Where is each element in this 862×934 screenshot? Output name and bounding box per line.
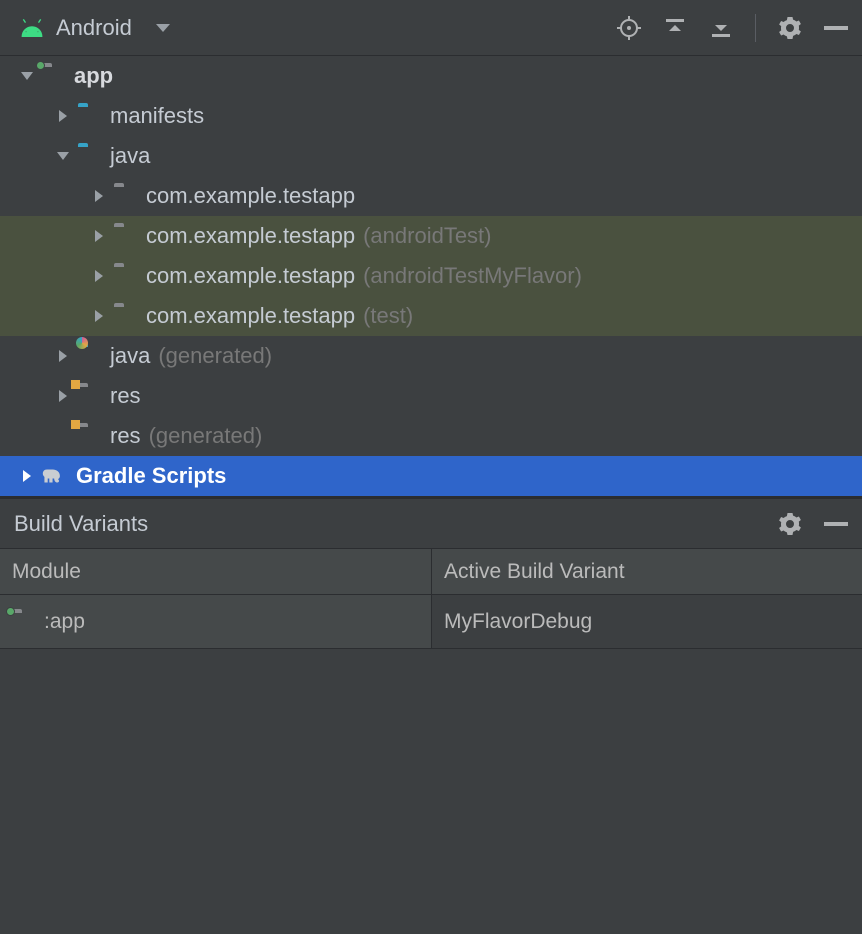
- folder-gen-icon: [78, 347, 100, 365]
- chevron-down-icon[interactable]: [18, 72, 36, 80]
- tree-item-label: res: [110, 423, 141, 449]
- android-icon: [18, 17, 46, 39]
- chevron-right-icon[interactable]: [18, 470, 36, 482]
- folder-icon: [78, 147, 100, 165]
- tree-item[interactable]: com.example.testapp: [0, 176, 862, 216]
- folder-muted-icon: [114, 307, 136, 325]
- tree-item-label: res: [110, 383, 141, 409]
- tree-item-label: com.example.testapp: [146, 223, 355, 249]
- tree-item[interactable]: res (generated): [0, 416, 862, 456]
- table-row[interactable]: :app MyFlavorDebug: [0, 595, 862, 649]
- build-variants-title: Build Variants: [14, 511, 148, 537]
- chevron-down-icon[interactable]: [54, 152, 72, 160]
- folder-muted-icon: [114, 227, 136, 245]
- tree-item-label: com.example.testapp: [146, 303, 355, 329]
- tree-item-suffix: (generated): [158, 343, 272, 369]
- table-header-variant: Active Build Variant: [432, 549, 862, 594]
- tree-item-label: java: [110, 343, 150, 369]
- project-view-header: Android: [0, 0, 862, 56]
- tree-item-label: com.example.testapp: [146, 183, 355, 209]
- chevron-down-icon: [156, 24, 170, 32]
- tree-item[interactable]: com.example.testapp (androidTest): [0, 216, 862, 256]
- folder-muted-icon: [114, 267, 136, 285]
- tree-item[interactable]: manifests: [0, 96, 862, 136]
- chevron-right-icon[interactable]: [90, 310, 108, 322]
- tree-item[interactable]: com.example.testapp (test): [0, 296, 862, 336]
- minimize-icon[interactable]: [824, 522, 848, 526]
- collapse-up-icon[interactable]: [663, 16, 687, 40]
- chevron-right-icon[interactable]: [54, 350, 72, 362]
- chevron-right-icon[interactable]: [90, 230, 108, 242]
- variant-cell[interactable]: MyFlavorDebug: [432, 595, 862, 648]
- tree-item[interactable]: com.example.testapp (androidTestMyFlavor): [0, 256, 862, 296]
- build-variants-header: Build Variants: [0, 499, 862, 549]
- minimize-icon[interactable]: [824, 26, 848, 30]
- module-cell: :app: [0, 595, 432, 648]
- tree-item-label: Gradle Scripts: [76, 463, 226, 489]
- project-tree: appmanifestsjavacom.example.testappcom.e…: [0, 56, 862, 499]
- target-icon[interactable]: [617, 16, 641, 40]
- collapse-down-icon[interactable]: [709, 16, 733, 40]
- chevron-right-icon[interactable]: [54, 110, 72, 122]
- folder-green-dot-icon: [42, 67, 64, 85]
- tree-item[interactable]: app: [0, 56, 862, 96]
- build-variants-table-header: Module Active Build Variant: [0, 549, 862, 595]
- tree-item-suffix: (androidTest): [363, 223, 491, 249]
- tree-item[interactable]: java: [0, 136, 862, 176]
- folder-muted-icon: [114, 187, 136, 205]
- tree-item-label: app: [74, 63, 113, 89]
- tree-item-suffix: (test): [363, 303, 413, 329]
- tree-item-label: java: [110, 143, 150, 169]
- tree-item-label: manifests: [110, 103, 204, 129]
- tree-item[interactable]: java (generated): [0, 336, 862, 376]
- tree-item-suffix: (generated): [149, 423, 263, 449]
- tree-item[interactable]: res: [0, 376, 862, 416]
- chevron-right-icon[interactable]: [90, 270, 108, 282]
- column-label: Active Build Variant: [444, 560, 625, 584]
- build-variants-tools: [778, 512, 848, 536]
- header-tools: [617, 14, 848, 42]
- gear-icon[interactable]: [778, 512, 802, 536]
- module-folder-icon: [12, 613, 34, 631]
- tree-item-suffix: (androidTestMyFlavor): [363, 263, 582, 289]
- tree-item-label: com.example.testapp: [146, 263, 355, 289]
- table-header-module: Module: [0, 549, 432, 594]
- tree-item[interactable]: Gradle Scripts: [0, 456, 862, 496]
- folder-icon: [78, 107, 100, 125]
- chevron-right-icon[interactable]: [54, 390, 72, 402]
- view-selector[interactable]: Android: [18, 15, 170, 41]
- gear-icon[interactable]: [778, 16, 802, 40]
- chevron-right-icon[interactable]: [90, 190, 108, 202]
- column-label: Module: [12, 560, 81, 584]
- folder-lines-icon: [78, 387, 100, 405]
- module-name: :app: [44, 610, 85, 634]
- elephant-icon: [42, 466, 68, 486]
- variant-name: MyFlavorDebug: [444, 610, 592, 634]
- folder-lines-muted-icon: [78, 427, 100, 445]
- divider: [755, 14, 756, 42]
- view-selector-label: Android: [56, 15, 132, 41]
